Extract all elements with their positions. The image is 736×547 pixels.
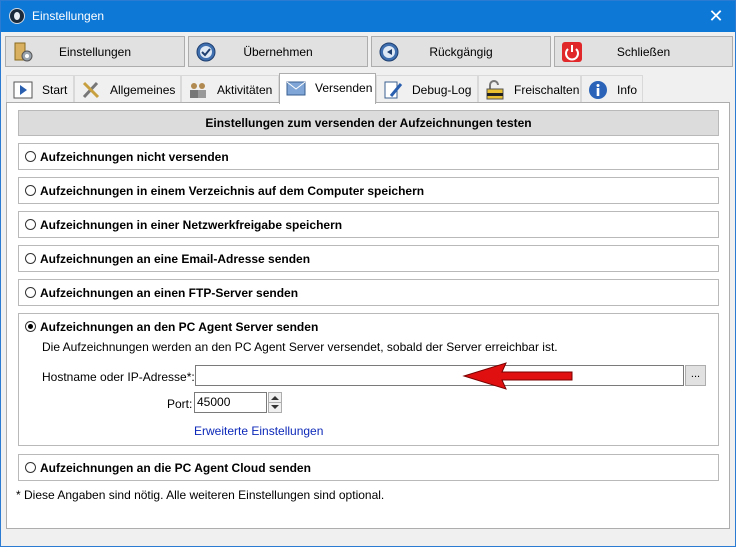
option-email[interactable]: Aufzeichnungen an eine Email-Adresse sen… [18,245,719,272]
radio-button[interactable] [25,185,36,196]
tab-general-label: Allgemeines [110,83,176,97]
people-icon [190,83,206,98]
tools-icon [82,81,100,99]
play-icon [13,81,33,99]
port-input[interactable]: 45000 [194,392,267,413]
server-description: Die Aufzeichnungen werden an den PC Agen… [42,340,558,354]
send-settings-panel: Einstellungen zum versenden der Aufzeich… [6,102,730,529]
tab-start[interactable]: Start [6,75,74,103]
close-button[interactable]: Schließen [554,36,733,67]
tab-general[interactable]: Allgemeines [74,75,181,103]
settings-button[interactable]: Einstellungen [5,36,185,67]
info-icon [589,81,607,99]
tab-debug-log-label: Debug-Log [412,83,472,97]
hostname-input[interactable] [195,365,684,386]
radio-button[interactable] [25,151,36,162]
option-label: Aufzeichnungen an den PC Agent Server se… [40,320,319,334]
port-spinner[interactable] [268,392,282,413]
spin-divider [269,402,281,403]
radio-button[interactable] [25,219,36,230]
edit-icon [384,81,403,99]
option-label: Aufzeichnungen nicht versenden [40,150,229,164]
hostname-label: Hostname oder IP-Adresse*: [42,370,195,384]
tab-unlock-label: Freischalten [514,83,580,97]
option-local-folder[interactable]: Aufzeichnungen in einem Verzeichnis auf … [18,177,719,204]
tab-send[interactable]: Versenden [279,73,376,104]
radio-button[interactable] [25,253,36,264]
advanced-settings-link[interactable]: Erweiterte Einstellungen [194,424,323,438]
port-label: Port: [167,397,193,411]
tab-info-label: Info [617,83,638,97]
mail-icon [286,81,306,96]
option-label: Aufzeichnungen in einem Verzeichnis auf … [40,184,425,198]
undo-button-label: Rückgängig [429,45,493,59]
spin-down-icon[interactable] [271,405,279,409]
window-title: Einstellungen [32,9,105,23]
browse-button[interactable]: ... [685,365,706,386]
unlock-icon [486,80,504,100]
option-pc-agent-cloud[interactable]: Aufzeichnungen an die PC Agent Cloud sen… [18,454,719,481]
undo-button[interactable]: Rückgängig [371,36,551,67]
radio-button[interactable] [25,462,36,473]
option-dont-send[interactable]: Aufzeichnungen nicht versenden [18,143,719,170]
test-send-settings-button[interactable]: Einstellungen zum versenden der Aufzeich… [18,110,719,136]
radio-button-selected[interactable] [25,321,36,332]
tab-send-label: Versenden [315,81,373,95]
option-network-share[interactable]: Aufzeichnungen in einer Netzwerkfreigabe… [18,211,719,238]
option-ftp[interactable]: Aufzeichnungen an einen FTP-Server sende… [18,279,719,306]
tab-activities[interactable]: Aktivitäten [181,75,279,103]
option-pc-agent-server[interactable]: Aufzeichnungen an den PC Agent Server se… [18,313,719,446]
footnote: * Diese Angaben sind nötig. Alle weitere… [16,488,385,502]
tab-activities-label: Aktivitäten [217,83,273,97]
option-label: Aufzeichnungen an einen FTP-Server sende… [40,286,299,300]
radio-button[interactable] [25,287,36,298]
settings-window: Einstellungen ✕ Einstellungen Übernehmen… [0,0,736,547]
apply-button-label: Übernehmen [243,45,313,59]
title-bar: Einstellungen ✕ [1,1,735,32]
option-label: Aufzeichnungen an die PC Agent Cloud sen… [40,461,311,475]
option-label: Aufzeichnungen in einer Netzwerkfreigabe… [40,218,343,232]
settings-button-label: Einstellungen [58,45,132,59]
app-icon [9,8,25,24]
apply-button[interactable]: Übernehmen [188,36,368,67]
close-window-button[interactable]: ✕ [697,1,735,32]
spin-up-icon[interactable] [271,396,279,400]
tab-start-label: Start [42,83,68,97]
tab-debug-log[interactable]: Debug-Log [376,75,478,103]
annotation-arrow-icon [462,362,573,390]
tab-unlock[interactable]: Freischalten [478,75,581,103]
close-button-label: Schließen [616,45,671,59]
tab-info[interactable]: Info [581,75,643,103]
option-label: Aufzeichnungen an eine Email-Adresse sen… [40,252,311,266]
